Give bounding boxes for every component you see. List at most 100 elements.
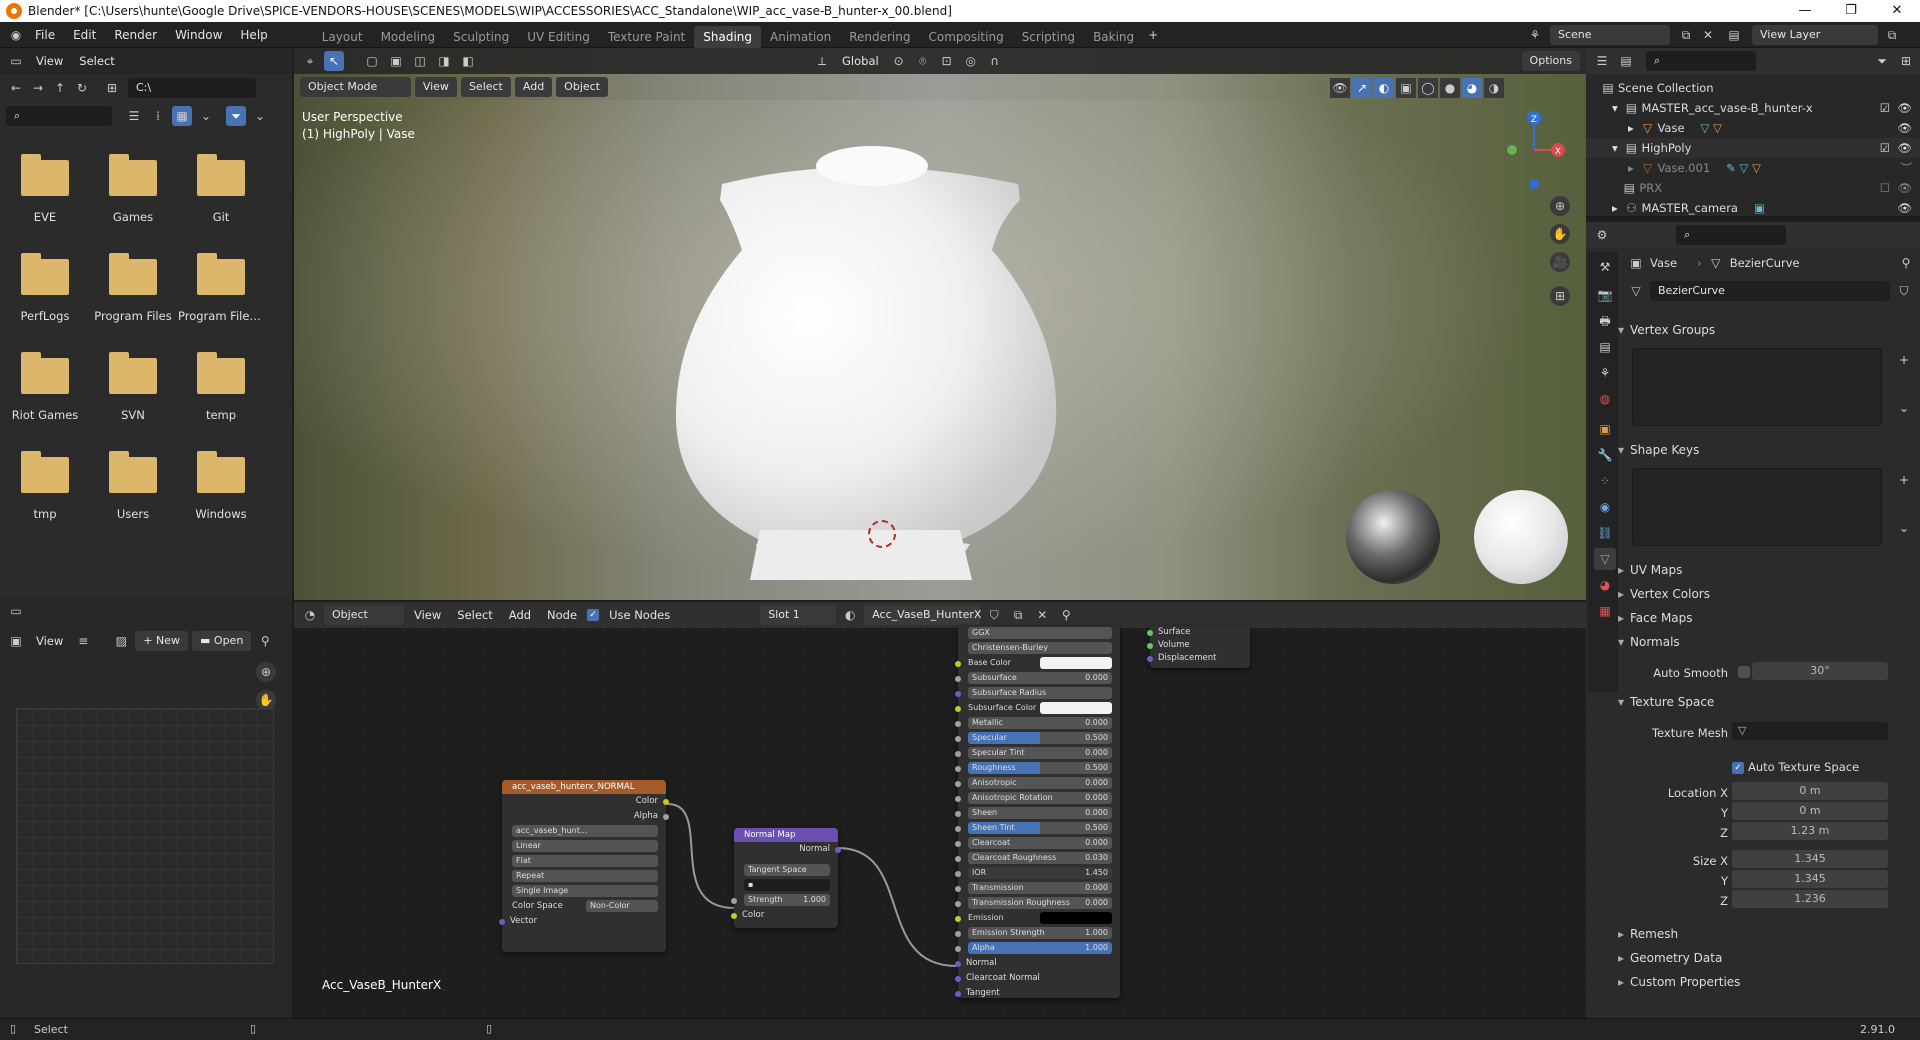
editor-type-icon[interactable]: ▭ <box>6 601 26 621</box>
pivot-icon[interactable]: ⊙ <box>889 51 909 71</box>
duplicate-material-icon[interactable]: ⧉ <box>1008 605 1028 625</box>
modifier-tab-icon[interactable]: 🔧 <box>1594 444 1616 466</box>
close-window-button[interactable]: ✕ <box>1874 0 1920 22</box>
bsdf-socket[interactable] <box>955 841 961 847</box>
bsdf-socket[interactable] <box>955 676 961 682</box>
normal-map-header[interactable]: Normal Map <box>734 828 838 842</box>
tab-sculpting[interactable]: Sculpting <box>444 26 518 48</box>
color-swatch[interactable] <box>1040 702 1112 714</box>
object-mode-dropdown[interactable]: Object Mode <box>300 77 411 97</box>
eye-icon[interactable]: 👁 <box>1897 98 1912 118</box>
bsdf-socket[interactable] <box>955 691 961 697</box>
refresh-icon[interactable]: ↻ <box>72 78 92 98</box>
folder-temp[interactable]: temp <box>178 346 264 436</box>
tab-layout[interactable]: Layout <box>313 26 372 48</box>
zoom-icon[interactable]: ⊕ <box>256 662 276 682</box>
folder-riot-games[interactable]: Riot Games <box>2 346 88 436</box>
new-view-layer-icon[interactable]: ⧉ <box>1882 25 1902 45</box>
solid-shading-icon[interactable]: ● <box>1440 78 1460 98</box>
unlink-material-icon[interactable]: ✕ <box>1032 605 1052 625</box>
auto-smooth-checkbox[interactable] <box>1738 666 1750 678</box>
constraints-tab-icon[interactable]: ⛓ <box>1594 522 1616 544</box>
sss-method-dropdown[interactable]: Christensen-Burley <box>968 642 1112 654</box>
bsdf-socket[interactable] <box>955 886 961 892</box>
tab-shading[interactable]: Shading <box>694 25 761 48</box>
bsdf-field[interactable]: IOR 1.450 <box>968 867 1112 879</box>
tangent-space-dropdown[interactable]: Tangent Space <box>744 864 830 876</box>
editor-type-icon[interactable]: ☰ <box>1592 51 1612 71</box>
pin-icon[interactable]: ⚲ <box>1056 605 1076 625</box>
view-layer-tab-icon[interactable]: ▤ <box>1594 336 1616 358</box>
bsdf-socket[interactable] <box>955 766 961 772</box>
fake-user-icon[interactable]: ⛉ <box>1894 281 1914 301</box>
ne-menu-view[interactable]: View <box>408 605 447 625</box>
folder-svn[interactable]: SVN <box>90 346 176 436</box>
folder-git[interactable]: Git <box>178 148 264 238</box>
eye-icon[interactable]: 👁 <box>1897 138 1912 158</box>
pin-icon[interactable]: ⚲ <box>255 631 275 651</box>
image-browse-icon[interactable]: ▨ <box>111 631 131 651</box>
maximize-button[interactable]: ❐ <box>1828 0 1874 22</box>
bsdf-field[interactable]: Clearcoat Roughness 0.030 <box>968 852 1112 864</box>
snap-target-icon[interactable]: ⊡ <box>937 51 957 71</box>
viewport-menu-add[interactable]: Add <box>514 77 553 97</box>
new-scene-icon[interactable]: ⧉ <box>1676 25 1696 45</box>
section-vertex-groups[interactable]: Vertex Groups <box>1618 318 1920 342</box>
location-z-field[interactable]: 1.23 m <box>1732 822 1888 840</box>
tab-compositing[interactable]: Compositing <box>919 26 1012 48</box>
open-image-button[interactable]: ▬ Open <box>192 631 252 651</box>
projection-dropdown[interactable]: Flat <box>512 855 658 867</box>
fb-menu-select[interactable]: Select <box>73 51 120 71</box>
scene-selector[interactable]: Scene <box>1550 25 1670 45</box>
ne-menu-node[interactable]: Node <box>541 605 583 625</box>
section-uv-maps[interactable]: UV Maps <box>1618 558 1920 582</box>
bsdf-socket[interactable] <box>955 931 961 937</box>
section-remesh[interactable]: Remesh <box>1618 922 1920 946</box>
bsdf-vector-socket[interactable] <box>955 961 961 967</box>
bsdf-socket[interactable] <box>955 946 961 952</box>
visibility-icon[interactable]: 👁 <box>1330 78 1350 98</box>
normal-map-node[interactable]: Normal Map Normal Tangent Space ▪ Streng… <box>731 828 841 928</box>
bsdf-socket[interactable] <box>955 796 961 802</box>
outliner-item-vase[interactable]: ▸ ▽ Vase ▽ ▽ 👁 <box>1586 118 1920 138</box>
minimize-button[interactable]: — <box>1782 0 1828 22</box>
tool-tab-icon[interactable]: ⚒ <box>1594 256 1616 278</box>
image-name-field[interactable]: acc_vaseb_hunt... <box>512 825 658 837</box>
bsdf-socket[interactable] <box>955 826 961 832</box>
tab-rendering[interactable]: Rendering <box>840 26 919 48</box>
section-vertex-colors[interactable]: Vertex Colors <box>1618 582 1920 606</box>
bsdf-socket[interactable] <box>955 901 961 907</box>
menu-help[interactable]: Help <box>231 22 276 48</box>
auto-smooth-angle[interactable]: 30° <box>1752 662 1888 680</box>
vertex-groups-list[interactable] <box>1632 348 1882 426</box>
perspective-toggle-icon[interactable]: ⊞ <box>1550 286 1570 306</box>
bsdf-socket[interactable] <box>955 751 961 757</box>
color-space-dropdown[interactable]: Non-Color <box>586 900 658 912</box>
strength-field[interactable]: Strength 1.000 <box>744 894 830 906</box>
tab-scripting[interactable]: Scripting <box>1013 26 1084 48</box>
select-box-icon[interactable]: ▢ <box>362 51 382 71</box>
xray-icon[interactable]: ▣ <box>1396 78 1416 98</box>
rendered-shading-icon[interactable]: ◑ <box>1484 78 1504 98</box>
bsdf-socket[interactable] <box>955 706 961 712</box>
editor-type-icon[interactable]: ◔ <box>300 605 320 625</box>
tab-baking[interactable]: Baking <box>1084 26 1143 48</box>
outliner-search-input[interactable]: ⌕ <box>1646 51 1756 71</box>
bsdf-socket[interactable] <box>955 871 961 877</box>
texture-mesh-field[interactable]: ▽ <box>1732 722 1888 740</box>
select-invert-icon[interactable]: ◨ <box>434 51 454 71</box>
bsdf-field[interactable]: Anisotropic 0.000 <box>968 777 1112 789</box>
render-tab-icon[interactable]: 📷 <box>1594 284 1616 306</box>
tab-uv-editing[interactable]: UV Editing <box>518 26 599 48</box>
ne-menu-select[interactable]: Select <box>451 605 498 625</box>
tab-animation[interactable]: Animation <box>761 26 840 48</box>
bsdf-field[interactable]: Specular 0.500 <box>968 732 1112 744</box>
section-texture-space[interactable]: Texture Space <box>1618 690 1920 714</box>
bsdf-field[interactable]: Metallic 0.000 <box>968 717 1112 729</box>
bsdf-vector-socket[interactable] <box>955 991 961 997</box>
socket-surface[interactable] <box>1147 630 1153 636</box>
auto-texture-space-checkbox[interactable]: ✓ <box>1732 762 1744 774</box>
bsdf-socket[interactable] <box>955 721 961 727</box>
checkbox-icon[interactable]: ☑ <box>1880 138 1890 158</box>
folder-windows[interactable]: Windows <box>178 445 264 535</box>
